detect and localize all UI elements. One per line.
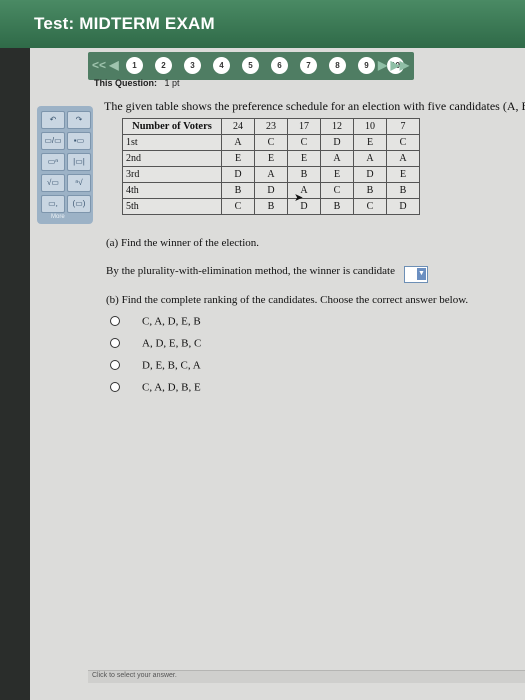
table-row: 1st A C C D E C	[122, 134, 420, 151]
interval-icon[interactable]: (▭)	[67, 195, 91, 213]
voter-count: 24	[221, 118, 255, 135]
option-label: A, D, E, B, C	[142, 337, 202, 350]
mouse-pointer-icon: ➤	[294, 192, 304, 204]
table-cell: B	[254, 198, 288, 215]
table-cell: A	[287, 182, 321, 199]
answer-option[interactable]: C, A, D, B, E	[110, 381, 201, 393]
table-cell: C	[353, 198, 387, 215]
preference-table: Number of Voters 24 23 17 12 10 7 1st A …	[122, 118, 420, 215]
answer-option[interactable]: D, E, B, C, A	[110, 359, 201, 371]
footer-hint: Click to select your answer.	[92, 672, 177, 679]
answer-option[interactable]: C, A, D, E, B	[110, 315, 201, 327]
table-row: 2nd E E E A A A	[122, 150, 420, 167]
part-a-heading: (a) Find the winner of the election.	[106, 237, 260, 249]
status-footer: Click to select your answer.	[88, 670, 525, 683]
question-points: 1 pt	[164, 78, 180, 88]
this-question-label: This Question:	[94, 78, 157, 88]
table-cell: D	[287, 198, 321, 215]
rank-label: 5th	[122, 198, 222, 215]
question-7-button[interactable]: 7	[300, 57, 317, 74]
more-tools-label[interactable]: More	[51, 214, 65, 220]
question-9-button[interactable]: 9	[358, 57, 375, 74]
option-label: C, A, D, B, E	[142, 381, 201, 394]
table-cell: B	[353, 182, 387, 199]
math-toolbox: ↶ ↷ ▭/▭ ▪▭ ▭ⁿ |▭| √▭ ⁿ√ ▭, (▭) More	[37, 106, 93, 224]
question-meta: This Question: 1 pt	[94, 78, 180, 88]
part-b-heading: (b) Find the complete ranking of the can…	[106, 294, 469, 306]
redo-icon[interactable]: ↷	[67, 111, 91, 129]
table-row: 4th B D A C B B	[122, 182, 420, 199]
absolute-value-icon[interactable]: |▭|	[67, 153, 91, 171]
table-cell: D	[386, 198, 420, 215]
rank-label: 2nd	[122, 150, 222, 167]
table-cell: C	[320, 182, 354, 199]
voter-count: 23	[254, 118, 288, 135]
exam-title: Test: MIDTERM EXAM	[34, 14, 215, 33]
table-cell: D	[221, 166, 255, 183]
table-cell: A	[221, 134, 255, 151]
winner-answer-dropdown[interactable]: ▼	[404, 266, 428, 283]
radio-button[interactable]	[110, 382, 120, 393]
mixed-fraction-icon[interactable]: ▪▭	[67, 132, 91, 150]
table-cell: C	[287, 134, 321, 151]
question-2-button[interactable]: 2	[155, 57, 172, 74]
rank-label: 3rd	[122, 166, 222, 183]
previous-question-arrows[interactable]: << ◀	[92, 58, 119, 72]
question-navigation: << ◀ 1 2 3 4 5 6 7 8 9 10	[88, 52, 414, 80]
voter-count: 10	[353, 118, 387, 135]
question-1-button[interactable]: 1	[126, 57, 143, 74]
table-cell: E	[254, 150, 288, 167]
table-cell: A	[386, 150, 420, 167]
table-cell: D	[254, 182, 288, 199]
table-header-row: Number of Voters 24 23 17 12 10 7	[122, 118, 420, 135]
voter-count: 7	[386, 118, 420, 135]
table-cell: E	[386, 166, 420, 183]
option-label: C, A, D, E, B	[142, 315, 201, 328]
exam-header: Test: MIDTERM EXAM	[0, 0, 525, 48]
table-cell: B	[287, 166, 321, 183]
table-cell: C	[221, 198, 255, 215]
table-cell: E	[353, 134, 387, 151]
next-question-arrows[interactable]: ▶ ▶▶	[378, 58, 409, 72]
subscript-icon[interactable]: ▭,	[41, 195, 65, 213]
table-cell: C	[254, 134, 288, 151]
winner-prompt: By the plurality-with-elimination method…	[106, 265, 395, 277]
radio-button[interactable]	[110, 338, 120, 349]
table-cell: E	[287, 150, 321, 167]
table-cell: A	[353, 150, 387, 167]
option-label: D, E, B, C, A	[142, 359, 201, 372]
voter-count: 17	[287, 118, 321, 135]
dropdown-arrow-icon[interactable]: ▼	[417, 268, 426, 280]
exponent-icon[interactable]: ▭ⁿ	[41, 153, 65, 171]
radio-button[interactable]	[110, 316, 120, 327]
question-4-button[interactable]: 4	[213, 57, 230, 74]
number-of-voters-header: Number of Voters	[122, 118, 222, 135]
nth-root-icon[interactable]: ⁿ√	[67, 174, 91, 192]
table-row: 3rd D A B E D E	[122, 166, 420, 183]
question-intro: The given table shows the preference sch…	[104, 99, 525, 113]
table-cell: B	[386, 182, 420, 199]
answer-option[interactable]: A, D, E, B, C	[110, 337, 201, 349]
fraction-icon[interactable]: ▭/▭	[41, 132, 65, 150]
table-cell: C	[386, 134, 420, 151]
table-cell: A	[254, 166, 288, 183]
table-cell: E	[221, 150, 255, 167]
table-cell: A	[320, 150, 354, 167]
table-cell: B	[320, 198, 354, 215]
question-3-button[interactable]: 3	[184, 57, 201, 74]
table-cell: B	[221, 182, 255, 199]
question-5-button[interactable]: 5	[242, 57, 259, 74]
radio-button[interactable]	[110, 360, 120, 371]
question-8-button[interactable]: 8	[329, 57, 346, 74]
rank-label: 4th	[122, 182, 222, 199]
square-root-icon[interactable]: √▭	[41, 174, 65, 192]
table-cell: E	[320, 166, 354, 183]
table-cell: D	[320, 134, 354, 151]
voter-count: 12	[320, 118, 354, 135]
rank-label: 1st	[122, 134, 222, 151]
undo-icon[interactable]: ↶	[41, 111, 65, 129]
question-6-button[interactable]: 6	[271, 57, 288, 74]
table-cell: D	[353, 166, 387, 183]
table-row: 5th C B D B C D	[122, 198, 420, 215]
